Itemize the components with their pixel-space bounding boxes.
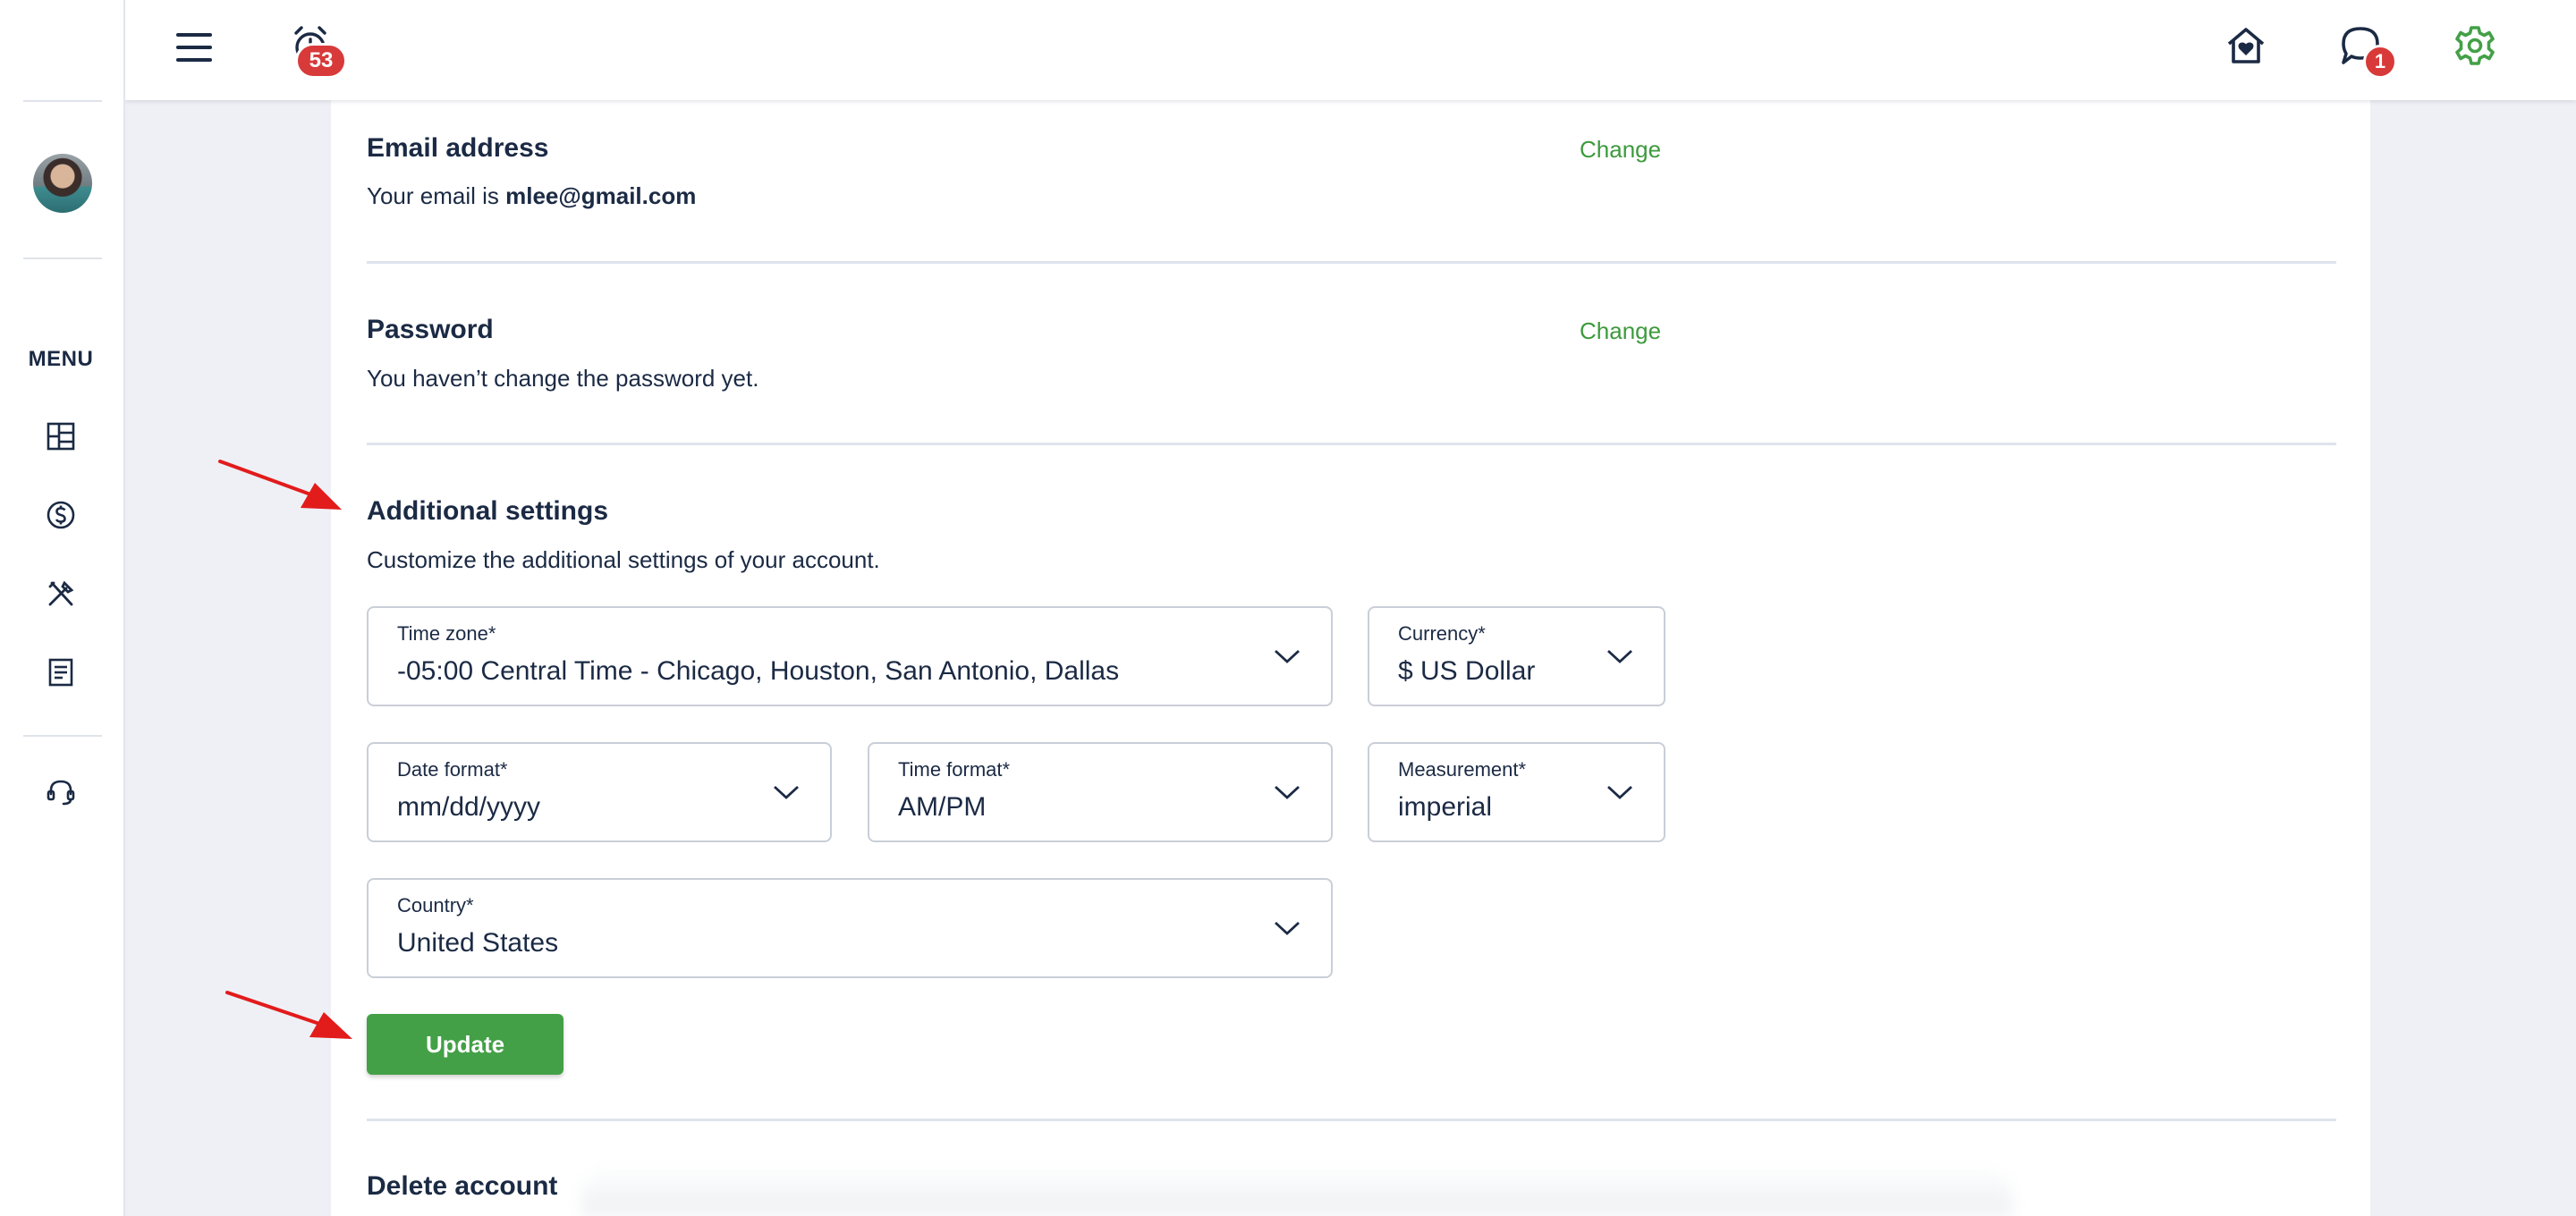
email-text: Your email is mlee@gmail.com [367, 182, 696, 210]
timezone-label: Time zone* [397, 622, 496, 645]
section-divider [367, 443, 2336, 445]
email-prefix: Your email is [367, 182, 506, 209]
measurement-select[interactable]: Measurement* imperial [1368, 742, 1665, 842]
chevron-down-icon [1275, 649, 1300, 663]
time-format-label: Time format* [898, 758, 1011, 781]
chevron-down-icon [1607, 785, 1632, 799]
password-text: You haven’t change the password yet. [367, 365, 759, 392]
reminders-badge: 53 [295, 43, 347, 79]
section-divider [367, 261, 2336, 264]
annotation-arrow-icon [225, 991, 352, 1039]
currency-label: Currency* [1398, 622, 1486, 645]
delete-account-title: Delete account [367, 1171, 558, 1201]
change-password-link[interactable]: Change [1580, 317, 1661, 345]
sidebar-divider [23, 258, 102, 259]
dashboard-icon[interactable] [43, 418, 79, 454]
password-section-title: Password [367, 315, 494, 344]
document-icon[interactable] [43, 654, 79, 690]
home-heart-icon[interactable] [2222, 21, 2270, 70]
sidebar-divider [23, 100, 102, 102]
hamburger-menu-icon[interactable] [172, 27, 216, 68]
chevron-down-icon [1275, 785, 1300, 799]
email-value: mlee@gmail.com [505, 182, 697, 209]
top-bar: 53 1 [125, 0, 2576, 100]
additional-settings-subtitle: Customize the additional settings of you… [367, 546, 880, 573]
email-section-title: Email address [367, 133, 549, 163]
country-label: Country* [397, 894, 474, 916]
date-format-label: Date format* [397, 758, 508, 781]
measurement-label: Measurement* [1398, 758, 1527, 781]
support-icon[interactable] [43, 774, 79, 810]
additional-settings-title: Additional settings [367, 496, 608, 526]
messages-badge: 1 [2363, 45, 2397, 79]
date-format-select[interactable]: Date format* mm/dd/yyyy [367, 742, 832, 842]
update-button[interactable]: Update [367, 1014, 564, 1075]
sidebar: MENU [0, 0, 125, 1216]
sidebar-divider [23, 735, 102, 737]
country-value: United States [397, 928, 559, 958]
scroll-fade [581, 1164, 2012, 1216]
menu-label: MENU [28, 347, 94, 371]
currency-value: $ US Dollar [1398, 656, 1536, 686]
chevron-down-icon [1607, 649, 1632, 663]
tools-icon[interactable] [43, 576, 79, 612]
timezone-select[interactable]: Time zone* -05:00 Central Time - Chicago… [367, 606, 1333, 706]
gear-icon[interactable] [2451, 21, 2499, 70]
currency-select[interactable]: Currency* $ US Dollar [1368, 606, 1665, 706]
country-select[interactable]: Country* United States [367, 878, 1333, 978]
avatar[interactable] [33, 154, 92, 213]
timezone-value: -05:00 Central Time - Chicago, Houston, … [397, 656, 1120, 686]
measurement-value: imperial [1398, 792, 1493, 822]
change-email-link[interactable]: Change [1580, 136, 1661, 164]
date-format-value: mm/dd/yyyy [397, 792, 541, 822]
account-settings-card: Email address Change Your email is mlee@… [331, 100, 2370, 1216]
time-format-select[interactable]: Time format* AM/PM [868, 742, 1333, 842]
section-divider [367, 1119, 2336, 1121]
time-format-value: AM/PM [898, 792, 987, 822]
annotation-arrow-icon [218, 460, 342, 510]
chevron-down-icon [1275, 921, 1300, 935]
dollar-icon[interactable] [43, 497, 79, 533]
chevron-down-icon [774, 785, 799, 799]
